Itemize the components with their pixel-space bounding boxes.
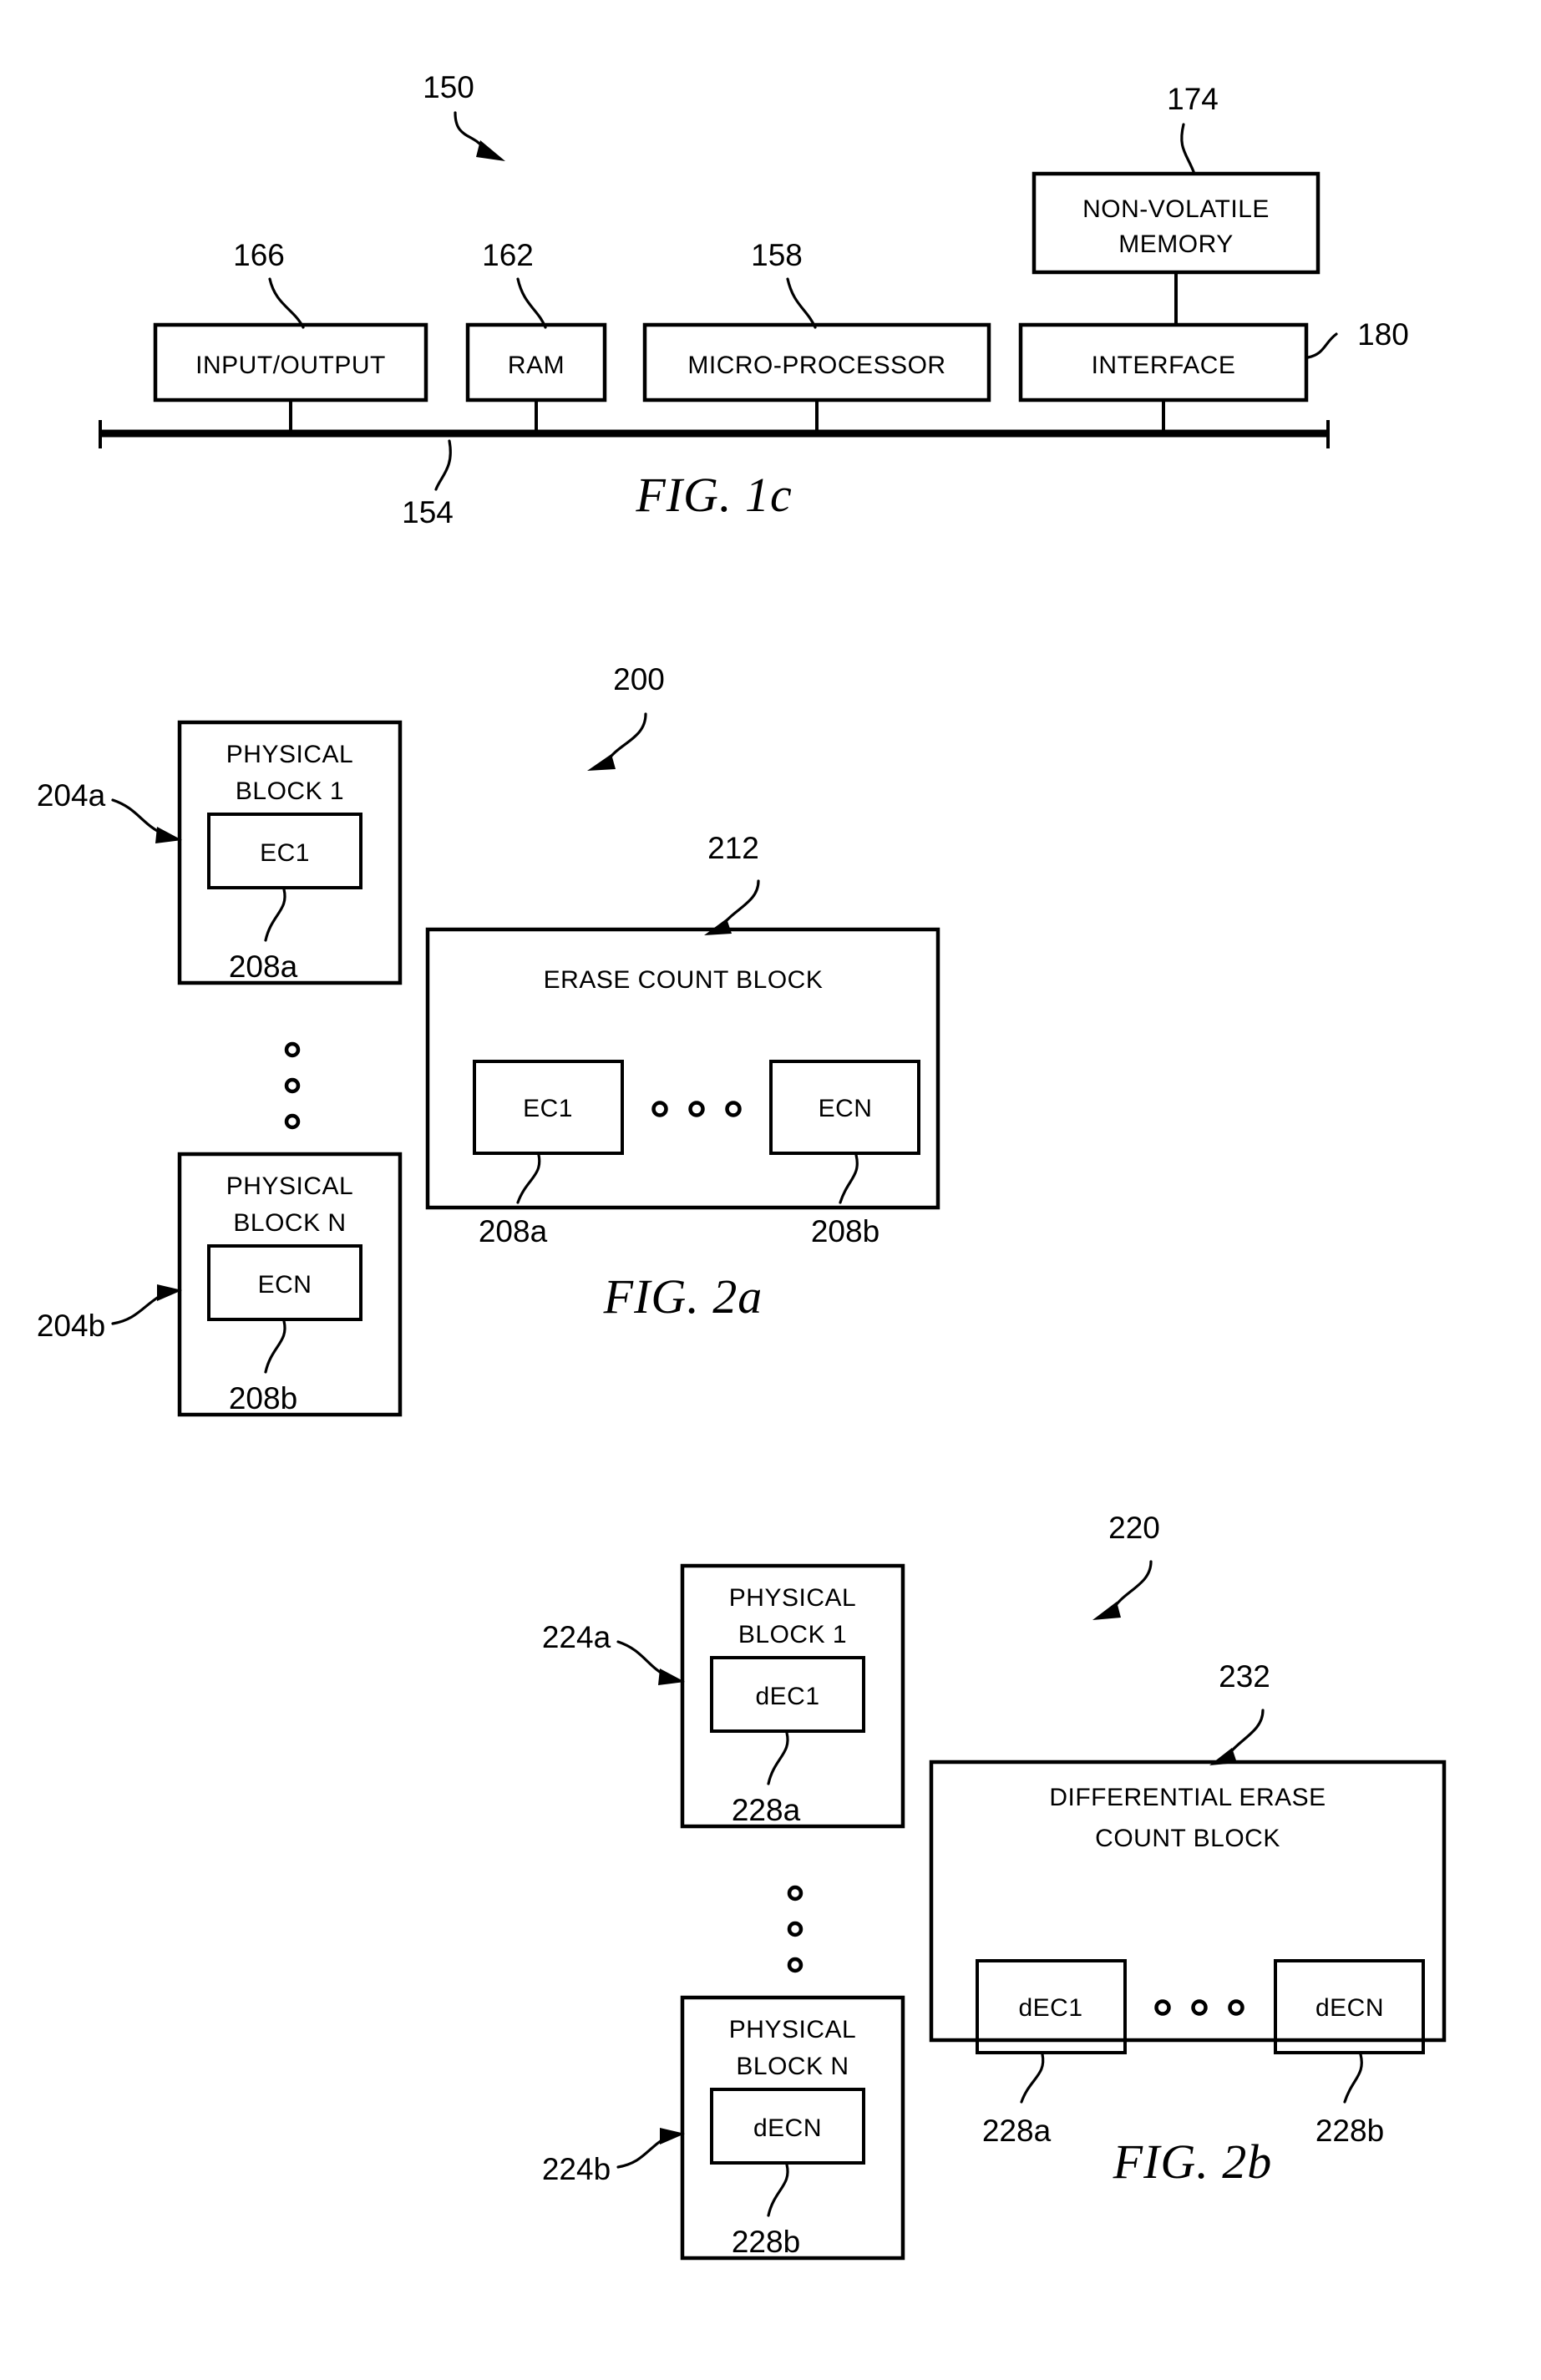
erase-count-block-title: ERASE COUNT BLOCK <box>544 966 824 994</box>
erase-count-entry-last-label: ECN <box>819 1095 873 1122</box>
lead-200 <box>606 712 647 763</box>
patent-drawing-sheet: 150 166 162 158 174 NON-VOLATILE MEMORY … <box>0 0 1541 2380</box>
lead-150 <box>454 111 484 149</box>
vertical-ellipsis-dot-2b-1 <box>787 1885 803 1901</box>
figure-2b: 220 PHYSICAL BLOCK 1 dEC1 228a 224a PHYS… <box>542 1511 1447 2261</box>
ref-208b-ecb: 208b <box>811 1214 879 1248</box>
lead-208b-block <box>264 1319 286 1374</box>
ref-208b-block: 208b <box>229 1381 297 1415</box>
figure-2a: 200 PHYSICAL BLOCK 1 EC1 208a 204a PHYSI… <box>37 662 940 1417</box>
horizontal-ellipsis-dot-2b-1 <box>1154 1999 1171 2016</box>
lead-228b-decb <box>1343 2053 1363 2104</box>
ref-158: 158 <box>751 238 803 272</box>
arrowhead-220 <box>1092 1602 1121 1620</box>
differential-erase-count-block-title-line2: COUNT BLOCK <box>1095 1825 1280 1852</box>
arrowhead-200 <box>587 754 616 771</box>
physical-block-n-title-line1-2a: PHYSICAL <box>226 1172 353 1200</box>
decn-inner-label-2b: dECN <box>753 2114 822 2142</box>
physical-block-n-title-line2-2b: BLOCK N <box>736 2053 849 2080</box>
lead-228b-block <box>767 2163 789 2217</box>
lead-158 <box>786 277 817 329</box>
horizontal-ellipsis-dot-2b-2 <box>1191 1999 1208 2016</box>
ref-208a-ecb: 208a <box>479 1214 548 1248</box>
vertical-ellipsis-dot-2b-3 <box>787 1957 803 1973</box>
lead-180 <box>1306 332 1338 359</box>
vertical-ellipsis-dot-2a-3 <box>284 1113 301 1130</box>
nonvolatile-memory-label-line2: MEMORY <box>1118 230 1233 258</box>
microprocessor-label: MICRO-PROCESSOR <box>687 352 945 379</box>
physical-block-1-title-line1-2a: PHYSICAL <box>226 741 353 768</box>
figure-2a-caption: FIG. 2a <box>603 1269 763 1324</box>
lead-154 <box>434 439 452 491</box>
dec1-inner-label-2b: dEC1 <box>755 1683 819 1710</box>
ref-166: 166 <box>233 238 285 272</box>
figure-2b-caption: FIG. 2b <box>1113 2134 1273 2189</box>
arrowhead-150 <box>476 140 505 161</box>
lead-208b-ecb <box>839 1153 859 1204</box>
horizontal-ellipsis-dot-2a-1 <box>651 1101 668 1117</box>
ref-228a-block: 228a <box>732 1793 801 1827</box>
ref-228b-block: 228b <box>732 2225 800 2259</box>
lead-162 <box>516 277 547 329</box>
ecn-inner-label-2a: ECN <box>258 1271 312 1299</box>
erase-count-entry-first-label: EC1 <box>523 1095 573 1122</box>
figure-1c: 150 166 162 158 174 NON-VOLATILE MEMORY … <box>99 70 1409 529</box>
ec1-inner-label-2a: EC1 <box>260 839 310 867</box>
ref-200: 200 <box>613 662 665 696</box>
ref-228a-decb: 228a <box>982 2114 1052 2148</box>
lead-220 <box>1111 1560 1153 1612</box>
nonvolatile-memory-label-line1: NON-VOLATILE <box>1082 195 1270 223</box>
ref-154: 154 <box>402 495 454 529</box>
vertical-ellipsis-dot-2a-2 <box>284 1077 301 1094</box>
ref-232: 232 <box>1219 1659 1270 1694</box>
lead-208a-ecb <box>516 1153 541 1204</box>
ref-180: 180 <box>1357 317 1409 352</box>
lead-228a-decb <box>1020 2053 1045 2104</box>
differential-entry-last-label: dECN <box>1315 1994 1384 2022</box>
horizontal-ellipsis-dot-2b-3 <box>1228 1999 1244 2016</box>
ref-224a: 224a <box>542 1620 611 1654</box>
lead-232 <box>1226 1709 1265 1757</box>
differential-erase-count-block-title-line1: DIFFERENTIAL ERASE <box>1049 1784 1326 1811</box>
physical-block-n-title-line1-2b: PHYSICAL <box>729 2016 856 2043</box>
differential-entry-first-label: dEC1 <box>1018 1994 1082 2022</box>
lead-174 <box>1180 123 1196 175</box>
ref-174: 174 <box>1167 82 1219 116</box>
ref-150: 150 <box>423 70 474 104</box>
input-output-label: INPUT/OUTPUT <box>195 352 386 379</box>
vertical-ellipsis-dot-2b-2 <box>787 1921 803 1937</box>
figure-1c-caption: FIG. 1c <box>635 468 792 522</box>
physical-block-1-title-line2-2a: BLOCK 1 <box>236 777 344 805</box>
vertical-ellipsis-dot-2a-1 <box>284 1041 301 1058</box>
ref-204b: 204b <box>37 1309 105 1343</box>
ref-212: 212 <box>707 831 759 865</box>
ram-label: RAM <box>508 352 565 379</box>
ref-228b-decb: 228b <box>1315 2114 1384 2148</box>
ref-204a: 204a <box>37 778 106 813</box>
physical-block-1-title-line1-2b: PHYSICAL <box>729 1584 856 1612</box>
lead-228a-block <box>767 1731 789 1785</box>
lead-166 <box>268 277 305 329</box>
interface-label: INTERFACE <box>1092 352 1236 379</box>
ref-224b: 224b <box>542 2152 611 2186</box>
horizontal-ellipsis-dot-2a-2 <box>688 1101 705 1117</box>
physical-block-1-title-line2-2b: BLOCK 1 <box>738 1621 847 1648</box>
ref-220: 220 <box>1108 1511 1160 1545</box>
ref-208a-block: 208a <box>229 949 298 984</box>
horizontal-ellipsis-dot-2a-3 <box>725 1101 742 1117</box>
lead-212 <box>721 879 760 927</box>
lead-208a-block <box>264 888 286 942</box>
physical-block-n-title-line2-2a: BLOCK N <box>233 1209 346 1237</box>
ref-162: 162 <box>482 238 534 272</box>
